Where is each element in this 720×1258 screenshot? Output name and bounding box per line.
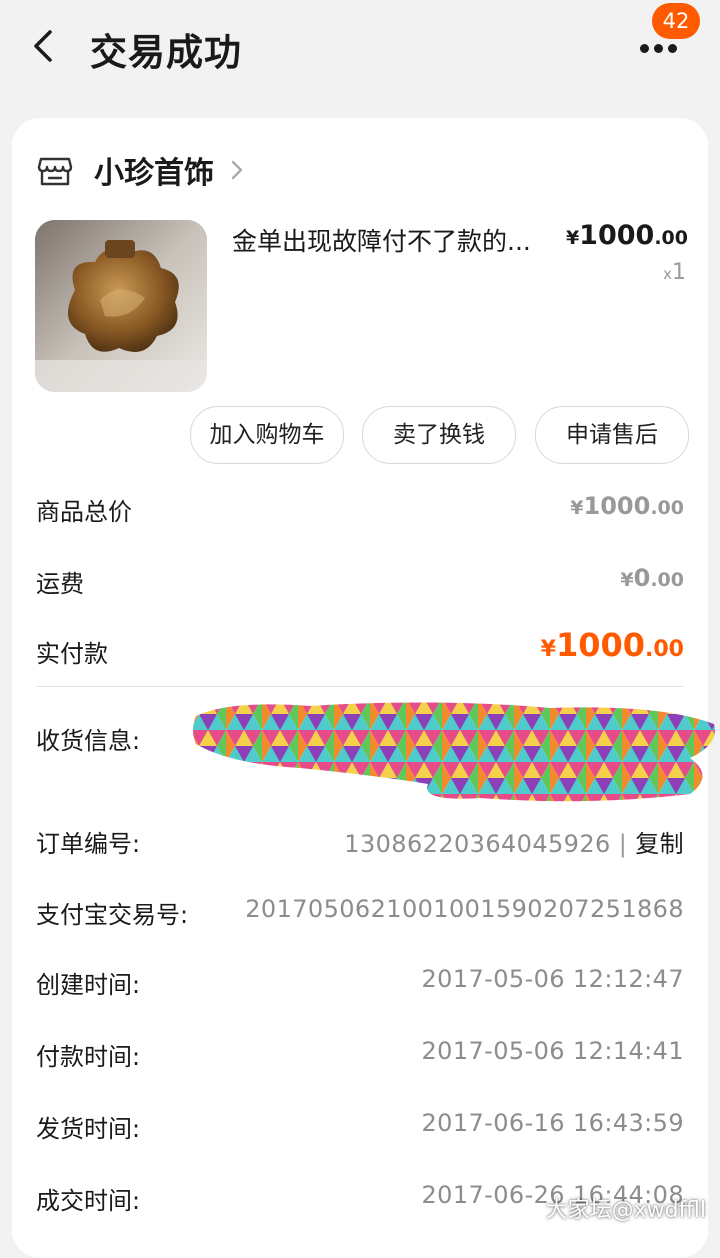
paid-label: 实付款 — [36, 640, 108, 668]
created-time: 2017-05-06 12:12:47 — [421, 965, 684, 993]
product-price: ¥1000.00 — [565, 220, 688, 251]
alipay-number-label: 支付宝交易号: — [36, 901, 189, 929]
chevron-right-icon — [231, 160, 243, 180]
add-to-cart-button[interactable]: 加入购物车 — [190, 406, 344, 464]
product-image[interactable] — [35, 220, 207, 392]
order-number-label: 订单编号: — [36, 830, 141, 858]
shipping-value: ¥0.00 — [620, 564, 684, 592]
divider — [36, 686, 684, 687]
more-dots-icon[interactable] — [640, 38, 684, 53]
deal-time-label: 成交时间: — [36, 1187, 141, 1215]
paid-value: ¥1000.00 — [540, 626, 684, 664]
paid-time-label: 付款时间: — [36, 1043, 141, 1071]
shipping-label: 运费 — [36, 570, 84, 598]
back-arrow-icon[interactable] — [30, 28, 56, 64]
top-bar: 交易成功 42 — [0, 0, 720, 95]
watermark: 大家坛@xwdffll — [545, 1198, 706, 1223]
total-value: ¥1000.00 — [570, 492, 684, 520]
copy-button[interactable]: 复制 — [635, 830, 684, 858]
order-card: 小珍首饰 金单出现故障付不了款的... ¥1000.00 x1 加入购物车 卖了… — [12, 118, 708, 1258]
shipped-time: 2017-06-16 16:43:59 — [421, 1109, 684, 1137]
total-label: 商品总价 — [36, 498, 132, 526]
page-title: 交易成功 — [90, 31, 242, 74]
redaction-overlay — [193, 702, 715, 802]
shop-icon — [37, 157, 73, 186]
receiver-label: 收货信息: — [36, 727, 141, 755]
paid-time: 2017-05-06 12:14:41 — [421, 1037, 684, 1065]
product-quantity: x1 — [663, 260, 686, 285]
shop-header[interactable]: 小珍首饰 — [36, 148, 244, 192]
shop-name: 小珍首饰 — [94, 156, 214, 191]
after-sale-button[interactable]: 申请售后 — [535, 406, 689, 464]
order-number: 13086220364045926 | 复制 — [344, 830, 684, 858]
created-time-label: 创建时间: — [36, 971, 141, 999]
shipped-time-label: 发货时间: — [36, 1115, 141, 1143]
sell-for-cash-button[interactable]: 卖了换钱 — [362, 406, 516, 464]
alipay-number: 2017050621001001590207251868 — [245, 895, 684, 923]
product-name[interactable]: 金单出现故障付不了款的... — [232, 222, 562, 258]
notification-badge: 42 — [652, 3, 700, 39]
